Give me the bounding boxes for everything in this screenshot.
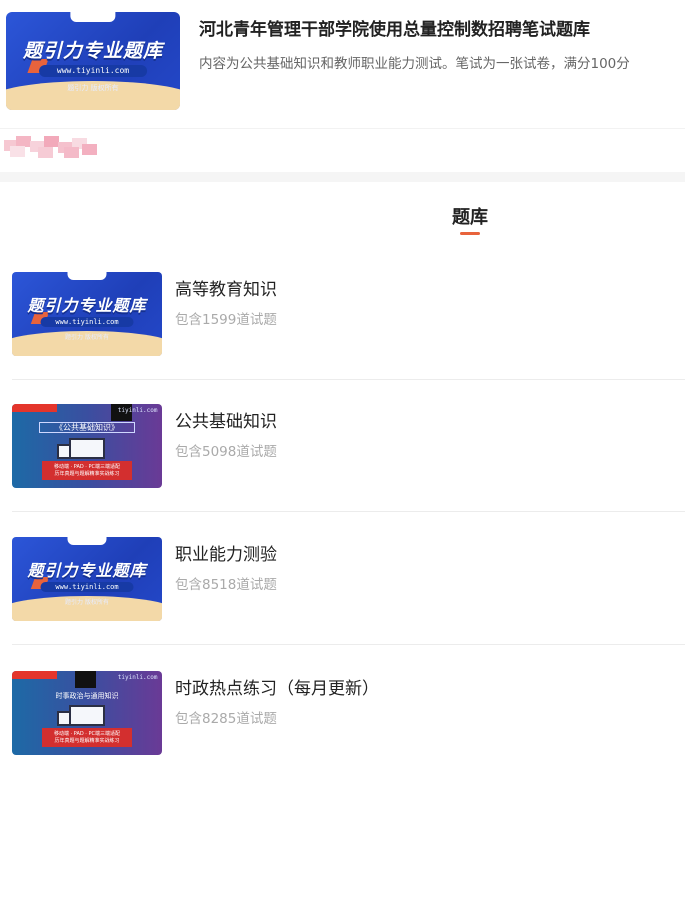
course-title: 河北青年管理干部学院使用总量控制数招聘笔试题库 bbox=[199, 20, 590, 40]
cover-red-text-1: 移动端 · PAD · PC端三端适配 bbox=[53, 731, 120, 738]
item-question-count: 包含8285道试题 bbox=[175, 711, 277, 727]
list-item[interactable]: 题引力专业题库 www.tiyinli.com 题引力 版权所有 职业能力测验 … bbox=[0, 513, 685, 645]
item-cover-image: 题引力专业题库 www.tiyinli.com 题引力 版权所有 bbox=[12, 272, 162, 356]
cover-site-text: tiyinli.com bbox=[117, 673, 158, 681]
cover-brand-text: 题引力专业题库 bbox=[22, 39, 163, 62]
cover-red-text-1: 移动端 · PAD · PC端三端适配 bbox=[53, 464, 120, 471]
header-divider bbox=[0, 128, 685, 129]
cover-brand-text: 题引力专业题库 bbox=[27, 561, 147, 581]
item-question-count: 包含1599道试题 bbox=[175, 312, 277, 328]
cover-url-text: www.tiyinli.com bbox=[40, 317, 134, 328]
cover-url-text: www.tiyinli.com bbox=[39, 64, 147, 77]
item-title: 高等教育知识 bbox=[175, 280, 277, 300]
item-divider bbox=[12, 511, 685, 512]
cover-site-text: tiyinli.com bbox=[117, 406, 158, 414]
cover-brand-text: 题引力专业题库 bbox=[27, 296, 147, 316]
section-separator bbox=[0, 172, 685, 182]
cover-banner-text: 《公共基础知识》 bbox=[39, 422, 135, 433]
cover-red-text-2: 历年真题与题解精准实战练习 bbox=[54, 738, 120, 745]
course-cover-image: 题引力专业题库 www.tiyinli.com 题引力 版权所有 bbox=[6, 12, 180, 110]
blurred-placeholder bbox=[4, 136, 97, 158]
list-item[interactable]: tiyinli.com 时事政治与通用知识 移动端 · PAD · PC端三端适… bbox=[0, 647, 685, 779]
course-header: 题引力专业题库 www.tiyinli.com 题引力 版权所有 河北青年管理干… bbox=[0, 0, 685, 128]
cover-url-text: www.tiyinli.com bbox=[40, 582, 134, 593]
cover-red-text-2: 历年真题与题解精准实战练习 bbox=[54, 471, 120, 478]
cover-copyright-text: 题引力 版权所有 bbox=[67, 83, 119, 92]
item-question-count: 包含8518道试题 bbox=[175, 577, 277, 593]
course-description: 内容为公共基础知识和教师职业能力测试。笔试为一张试卷，满分100分 bbox=[199, 56, 630, 72]
cover-copyright-text: 题引力 版权所有 bbox=[65, 334, 109, 342]
active-tab-indicator bbox=[460, 232, 480, 235]
tab-question-bank[interactable]: 题库 bbox=[0, 203, 685, 229]
item-cover-image: 题引力专业题库 www.tiyinli.com 题引力 版权所有 bbox=[12, 537, 162, 621]
item-question-count: 包含5098道试题 bbox=[175, 444, 277, 460]
item-cover-image: tiyinli.com 《公共基础知识》 移动端 · PAD · PC端三端适配… bbox=[12, 404, 162, 488]
cover-banner-text: 时事政治与通用知识 bbox=[55, 692, 119, 701]
cover-copyright-text: 题引力 版权所有 bbox=[65, 599, 109, 607]
list-item[interactable]: 题引力专业题库 www.tiyinli.com 题引力 版权所有 高等教育知识 … bbox=[0, 248, 685, 380]
cover-red-bar: 移动端 · PAD · PC端三端适配 历年真题与题解精准实战练习 bbox=[42, 461, 132, 480]
item-title: 职业能力测验 bbox=[175, 545, 277, 565]
list-item[interactable]: tiyinli.com 《公共基础知识》 移动端 · PAD · PC端三端适配… bbox=[0, 380, 685, 512]
item-cover-image: tiyinli.com 时事政治与通用知识 移动端 · PAD · PC端三端适… bbox=[12, 671, 162, 755]
cover-red-bar: 移动端 · PAD · PC端三端适配 历年真题与题解精准实战练习 bbox=[42, 728, 132, 747]
item-title: 公共基础知识 bbox=[175, 412, 277, 432]
item-title: 时政热点练习（每月更新） bbox=[175, 679, 379, 699]
item-divider bbox=[12, 644, 685, 645]
